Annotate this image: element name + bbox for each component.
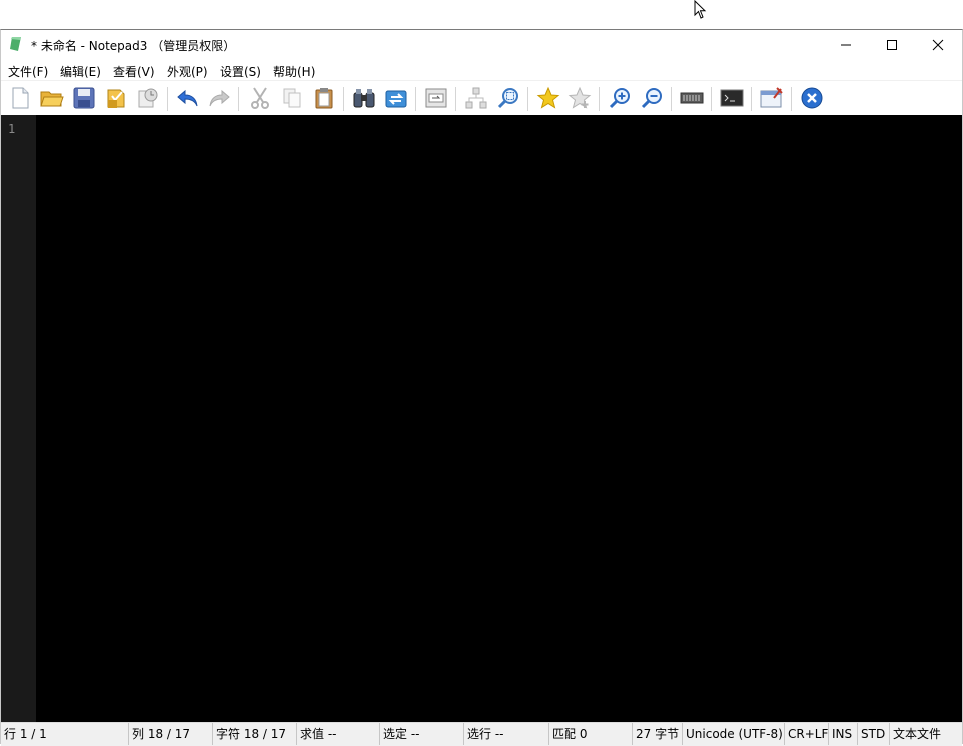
encoding-icon [680,92,704,104]
window-title: * 未命名 - Notepad3 （管理员权限） [31,39,236,53]
copy-icon [283,88,301,108]
toolbar-separator [751,87,752,111]
status-bytes[interactable]: 27 字节 [632,723,679,745]
status-selection[interactable]: 选定 -- [379,723,419,745]
replace-button[interactable] [384,86,408,110]
undo-icon [177,89,198,107]
find-button[interactable] [352,86,376,110]
goto-line-button[interactable] [424,86,448,110]
paste-icon [315,88,333,109]
redo-icon [209,89,230,107]
zoom-in-button[interactable] [608,86,632,110]
menu-bar: 文件(F) 编辑(E) 查看(V) 外观(P) 设置(S) 帮助(H) [1,60,962,80]
status-bar: 行 1 / 1 列 18 / 17 字符 18 / 17 求值 -- 选定 --… [1,722,962,746]
sitemap-button[interactable] [464,86,488,110]
toolbar-separator [791,87,792,111]
status-eol[interactable]: CR+LF [784,723,828,745]
toolbar-separator [167,87,168,111]
status-selected-lines[interactable]: 选行 -- [463,723,503,745]
cut-button[interactable] [248,86,272,110]
menu-view[interactable]: 查看(V) [113,63,155,80]
pin-window-button[interactable] [760,86,784,110]
menu-appearance[interactable]: 外观(P) [167,63,208,80]
notepad3-window: * 未命名 - Notepad3 （管理员权限） 文件(F) 编辑(E) 查看(… [0,29,963,746]
terminal-icon [720,89,744,107]
save-icon [73,87,95,109]
cut-icon [251,87,269,109]
minimize-icon [841,44,851,46]
close-icon [932,39,944,51]
toolbar [1,80,962,115]
toolbar-separator [671,87,672,111]
exit-icon [801,87,823,109]
exit-button[interactable] [800,86,824,110]
minimize-button[interactable] [823,30,869,60]
status-lexer[interactable]: 文本文件 [889,723,941,745]
menu-settings[interactable]: 设置(S) [220,63,261,80]
status-line[interactable]: 行 1 / 1 [1,723,47,745]
sitemap-icon [465,87,487,109]
toolbar-separator [455,87,456,111]
status-char[interactable]: 字符 18 / 17 [212,723,286,745]
toolbar-separator [415,87,416,111]
zoom-find-icon [497,88,518,109]
status-ins[interactable]: INS [828,723,852,745]
toolbar-separator [711,87,712,111]
line-number: 1 [8,122,16,136]
mouse-cursor-icon [694,0,707,19]
toolbar-separator [527,87,528,111]
notepad3-app-icon [10,37,21,51]
status-std[interactable]: STD [857,723,885,745]
save-copy-icon [138,88,158,108]
save-as-icon [107,89,125,108]
save-as-button[interactable] [104,86,128,110]
close-button[interactable] [915,30,961,60]
menu-help[interactable]: 帮助(H) [273,63,315,80]
replace-icon [385,90,407,108]
zoom-find-button[interactable] [496,86,520,110]
status-column[interactable]: 列 18 / 17 [128,723,190,745]
favorite-star-icon [536,86,560,109]
maximize-button[interactable] [869,30,915,60]
save-button[interactable] [72,86,96,110]
menu-file[interactable]: 文件(F) [8,63,48,80]
favorites-button[interactable] [536,86,560,110]
title-bar[interactable]: * 未命名 - Notepad3 （管理员权限） [1,30,962,60]
new-file-button[interactable] [8,86,32,110]
new-file-icon [12,87,29,109]
zoom-out-icon [641,88,662,109]
zoom-in-icon [609,88,630,109]
toolbar-separator [599,87,600,111]
pin-window-icon [760,87,783,108]
undo-button[interactable] [176,86,200,110]
status-match[interactable]: 匹配 0 [548,723,587,745]
maximize-icon [887,40,897,50]
toolbar-separator [238,87,239,111]
save-copy-button[interactable] [136,86,160,110]
open-folder-icon [40,91,64,107]
paste-button[interactable] [312,86,336,110]
status-eval[interactable]: 求值 -- [296,723,336,745]
menu-edit[interactable]: 编辑(E) [60,63,101,80]
open-file-button[interactable] [40,86,64,110]
terminal-button[interactable] [720,86,744,110]
encoding-button[interactable] [680,86,704,110]
copy-button[interactable] [280,86,304,110]
find-binoculars-icon [353,89,375,108]
toolbar-separator [343,87,344,111]
editor-area[interactable]: 1 [1,115,962,722]
status-encoding[interactable]: Unicode (UTF-8) [682,723,783,745]
add-favorite-button[interactable] [568,86,592,110]
goto-line-icon [425,88,447,108]
add-favorite-icon [568,86,592,109]
line-number-gutter: 1 [1,115,36,722]
redo-button[interactable] [207,86,231,110]
zoom-out-button[interactable] [640,86,664,110]
